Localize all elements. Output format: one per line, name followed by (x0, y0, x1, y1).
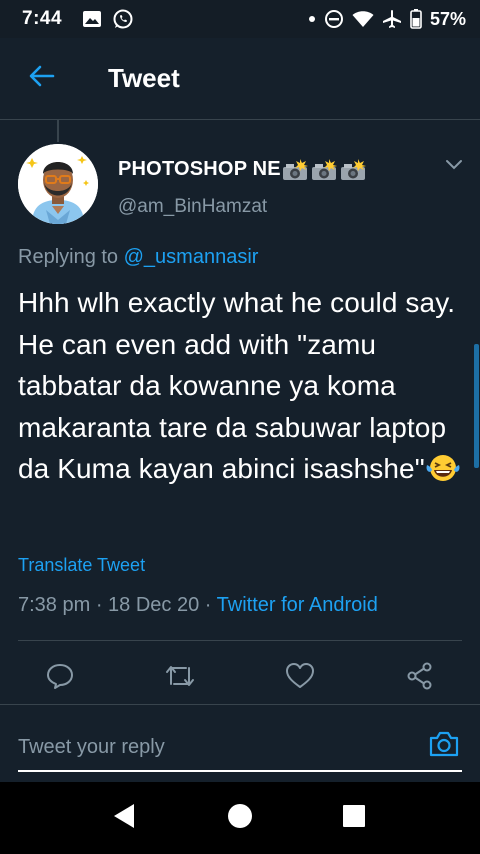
system-nav-bar (0, 782, 480, 854)
tweet-source-link[interactable]: Twitter for Android (217, 594, 378, 616)
meta-separator: · (90, 594, 109, 616)
translate-tweet-link[interactable]: Translate Tweet (18, 555, 145, 576)
dot-icon (308, 15, 316, 23)
status-time: 7:44 (22, 8, 63, 29)
image-icon (82, 10, 102, 28)
back-arrow-icon (29, 65, 55, 92)
tweet-text-body: Hhh wlh exactly what he could say. He ca… (18, 287, 456, 484)
reply-icon (46, 662, 74, 695)
tweet-meta: 7:38 pm · 18 Dec 20 · Twitter for Androi… (18, 594, 378, 617)
tweet-date: 18 Dec 20 (108, 594, 200, 616)
battery-icon (410, 9, 422, 29)
scroll-indicator (474, 344, 479, 468)
nav-back-button[interactable] (110, 803, 138, 834)
replying-prefix: Replying to (18, 246, 119, 268)
back-triangle-icon (112, 803, 136, 834)
chevron-down-icon[interactable] (444, 158, 464, 177)
camera-button[interactable] (428, 730, 460, 760)
share-icon (406, 662, 434, 695)
airplane-icon (382, 9, 402, 29)
laughing-tears-emoji (426, 453, 460, 495)
divider (18, 640, 462, 641)
like-button[interactable] (285, 662, 315, 695)
meta-separator: · (199, 594, 217, 616)
tweet-time: 7:38 pm (18, 594, 91, 616)
nav-recents-button[interactable] (340, 804, 368, 832)
home-circle-icon (227, 803, 253, 834)
tweet-text: Hhh wlh exactly what he could say. He ca… (18, 282, 468, 495)
camera-icon (428, 731, 460, 762)
retweet-icon (164, 662, 196, 695)
nav-home-button[interactable] (226, 803, 254, 834)
display-name-text: PHOTOSHOP NE (118, 158, 281, 180)
like-icon (285, 662, 315, 695)
back-button[interactable] (0, 38, 84, 120)
share-button[interactable] (406, 662, 434, 695)
reply-compose (18, 720, 462, 772)
battery-percentage: 57% (429, 8, 466, 29)
recents-square-icon (342, 804, 366, 833)
wifi-icon (352, 10, 374, 28)
username[interactable]: @am_BinHamzat (118, 196, 267, 218)
divider (0, 704, 480, 705)
avatar[interactable] (18, 144, 98, 224)
reply-input[interactable] (18, 720, 408, 770)
do-not-disturb-icon (324, 9, 344, 29)
retweet-button[interactable] (166, 664, 194, 692)
replying-to: Replying to @_usmannasir (18, 246, 258, 269)
page-title: Tweet (108, 63, 180, 93)
status-bar: 7:44 57% (0, 0, 480, 38)
whatsapp-icon (112, 8, 134, 30)
tweet-action-bar (0, 652, 480, 704)
reply-button[interactable] (46, 662, 74, 695)
replying-mention-link[interactable]: @_usmannasir (124, 246, 259, 268)
thread-connector-line (57, 120, 59, 142)
app-header: Tweet (0, 38, 480, 120)
camera-flash-emoji (282, 158, 366, 181)
display-name[interactable]: PHOTOSHOP NE (118, 158, 366, 181)
tweet-author: PHOTOSHOP NE @am_BinHamzat (18, 144, 468, 228)
